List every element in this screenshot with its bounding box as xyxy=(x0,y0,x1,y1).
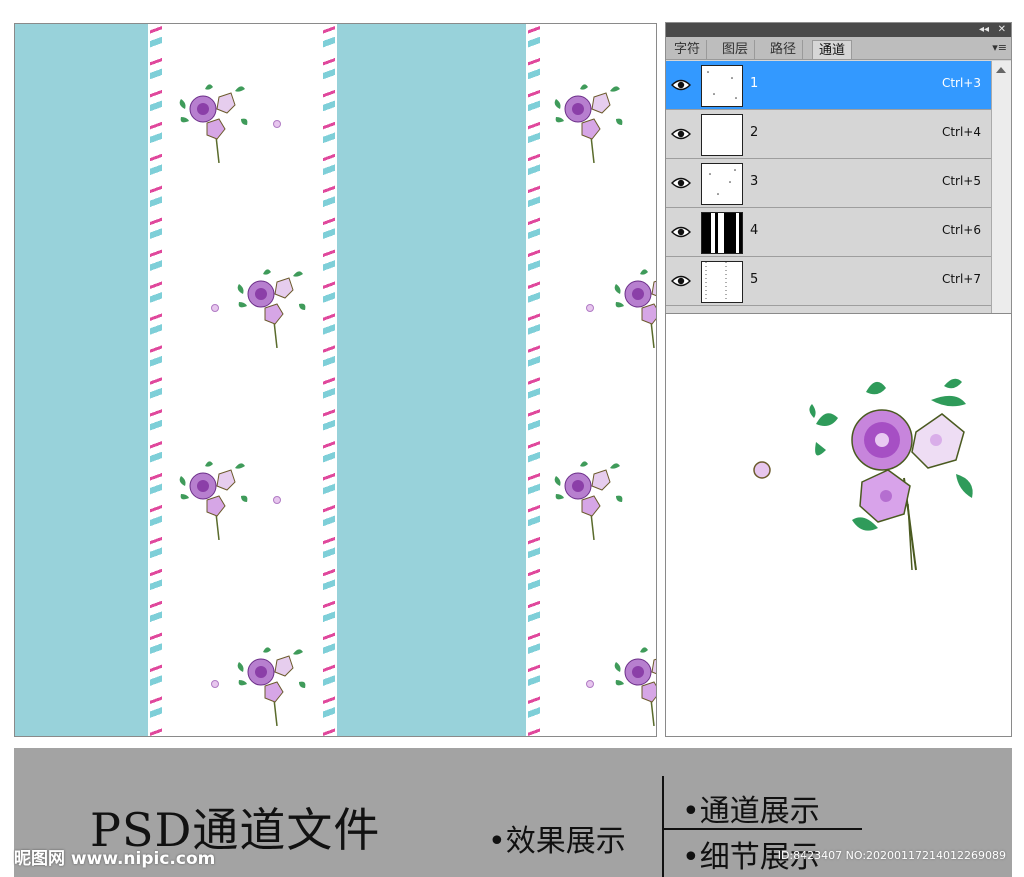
channel-list: 1 Ctrl+3 2 Ctrl+4 3 Ctrl+5 4 Ctrl+6 5 Ct… xyxy=(666,61,991,306)
pattern-stripe-edge xyxy=(528,24,540,736)
panel-tabs: 字符 图层 路径 通道 ▾≡ xyxy=(666,37,1011,60)
channel-shortcut: Ctrl+5 xyxy=(941,174,981,188)
tab-layers[interactable]: 图层 xyxy=(716,40,756,59)
flower-bouquet-icon xyxy=(178,460,249,540)
panel-menu-icon[interactable]: ▾≡ xyxy=(992,41,1007,54)
petal-dot xyxy=(211,680,219,688)
channel-row-1[interactable]: 1 Ctrl+3 xyxy=(666,61,991,110)
bottom-banner: PSD通道文件 •效果展示 •通道展示 •细节展示 昵图网 www.nipic.… xyxy=(14,748,1012,877)
channel-shortcut: Ctrl+4 xyxy=(941,125,981,139)
channel-thumbnail xyxy=(701,114,743,156)
channel-shortcut: Ctrl+6 xyxy=(941,223,981,237)
eye-icon[interactable] xyxy=(669,269,693,293)
flower-detail-illustration xyxy=(753,378,973,571)
channel-row-3[interactable]: 3 Ctrl+5 xyxy=(666,159,991,208)
pattern-preview xyxy=(14,23,657,737)
watermark-id: ID:8423407 NO:20200117214012269089 xyxy=(777,849,1006,862)
channel-row-4[interactable]: 4 Ctrl+6 xyxy=(666,208,991,257)
channel-name: 5 xyxy=(750,272,759,287)
channel-name: 2 xyxy=(750,125,759,140)
flower-bouquet-icon xyxy=(178,83,249,163)
flower-bouquet-icon xyxy=(553,460,624,540)
bullet-effect-display: •效果展示 xyxy=(488,824,626,859)
flower-bouquet-icon xyxy=(236,268,307,348)
pattern-stripe-edge xyxy=(323,24,335,736)
channel-name: 4 xyxy=(750,223,759,238)
pattern-stripe-edge xyxy=(150,24,162,736)
scroll-up-arrow-icon[interactable] xyxy=(996,67,1006,73)
detail-view xyxy=(665,313,1012,737)
petal-dot xyxy=(273,496,281,504)
flower-bouquet-icon xyxy=(613,646,656,726)
channels-panel: ◂◂ ✕ 字符 图层 路径 通道 ▾≡ 1 Ctrl+3 2 Ctrl+4 3 … xyxy=(665,22,1012,314)
channel-thumbnail xyxy=(701,212,743,254)
watermark-logo: 昵图网 www.nipic.com xyxy=(14,849,216,869)
channel-thumbnail xyxy=(701,65,743,107)
panel-scrollbar[interactable] xyxy=(991,61,1011,313)
channel-shortcut: Ctrl+7 xyxy=(941,272,981,286)
flower-bouquet-icon xyxy=(236,646,307,726)
channel-thumbnail xyxy=(701,261,743,303)
double-arrow-left-icon[interactable]: ◂◂ xyxy=(979,23,989,37)
tab-character[interactable]: 字符 xyxy=(668,40,708,59)
bullet-channel-display: •通道展示 xyxy=(682,794,820,829)
eye-icon[interactable] xyxy=(669,122,693,146)
flower-bouquet-icon xyxy=(613,268,656,348)
pattern-blue-band-middle xyxy=(337,24,526,736)
tab-channels[interactable]: 通道 xyxy=(812,40,853,59)
channel-name: 1 xyxy=(750,76,759,91)
panel-title-bar: ◂◂ ✕ xyxy=(666,23,1011,37)
petal-dot xyxy=(586,680,594,688)
eye-icon[interactable] xyxy=(669,171,693,195)
channel-shortcut: Ctrl+3 xyxy=(941,76,981,90)
eye-icon[interactable] xyxy=(669,220,693,244)
divider-vertical xyxy=(662,776,664,877)
channel-row-2[interactable]: 2 Ctrl+4 xyxy=(666,110,991,159)
pattern-blue-band-left xyxy=(15,24,148,736)
close-icon[interactable]: ✕ xyxy=(998,23,1006,37)
channel-row-5[interactable]: 5 Ctrl+7 xyxy=(666,257,991,306)
tab-paths[interactable]: 路径 xyxy=(764,40,804,59)
petal-dot xyxy=(211,304,219,312)
petal-dot xyxy=(586,304,594,312)
flower-bouquet-icon xyxy=(553,83,624,163)
petal-dot xyxy=(273,120,281,128)
eye-icon[interactable] xyxy=(669,73,693,97)
channel-name: 3 xyxy=(750,174,759,189)
channel-thumbnail xyxy=(701,163,743,205)
